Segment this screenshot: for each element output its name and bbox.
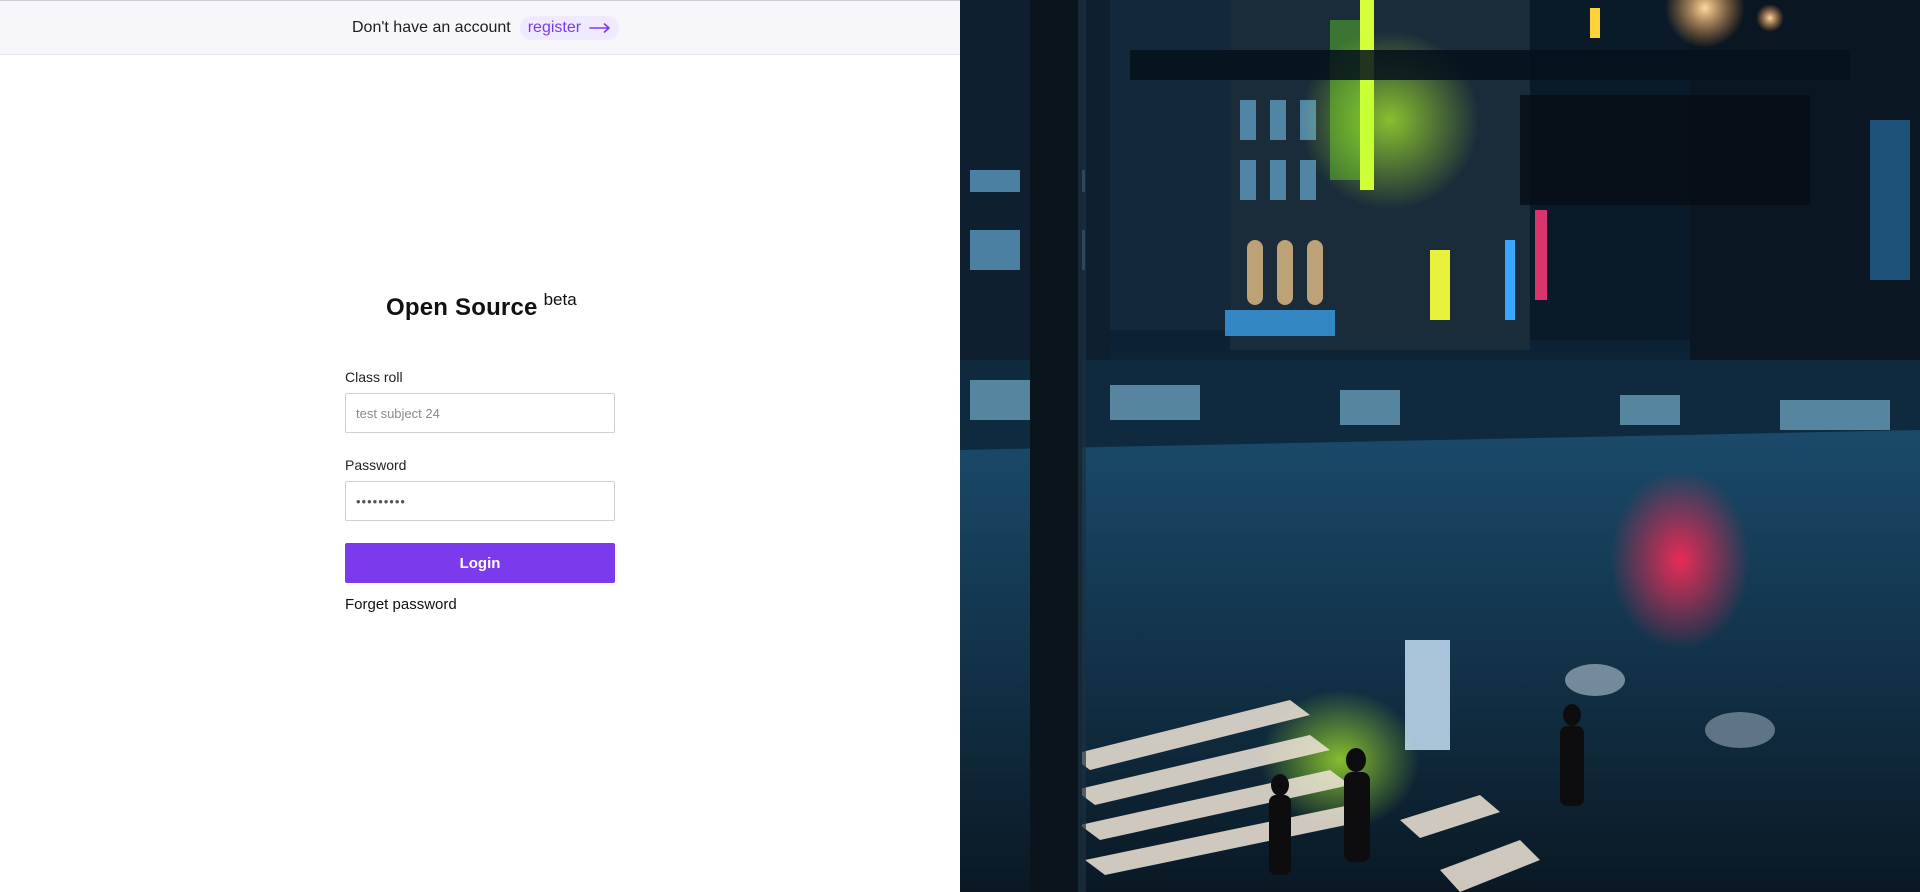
arrow-right-icon (589, 23, 610, 33)
register-prompt: Don't have an account register (352, 15, 620, 41)
brand-title: Open Source (386, 294, 538, 321)
login-panel: Don't have an account register Open Sour… (0, 0, 960, 892)
class-roll-label: Class roll (345, 369, 403, 385)
night-street-photo (960, 0, 1920, 892)
register-label: register (527, 19, 582, 36)
password-label: Password (345, 457, 407, 473)
hero-image (960, 0, 1920, 892)
top-bar: Don't have an account register (0, 0, 960, 55)
brand: Open Source beta (386, 290, 577, 322)
login-button[interactable]: Login (345, 543, 615, 583)
password-input[interactable] (345, 481, 615, 521)
forgot-password-link[interactable]: Forget password (345, 596, 457, 613)
beta-tag: beta (543, 290, 577, 309)
account-prompt-text: Don't have an account (352, 19, 511, 36)
register-link[interactable]: register (519, 16, 620, 40)
class-roll-input[interactable] (345, 393, 615, 433)
